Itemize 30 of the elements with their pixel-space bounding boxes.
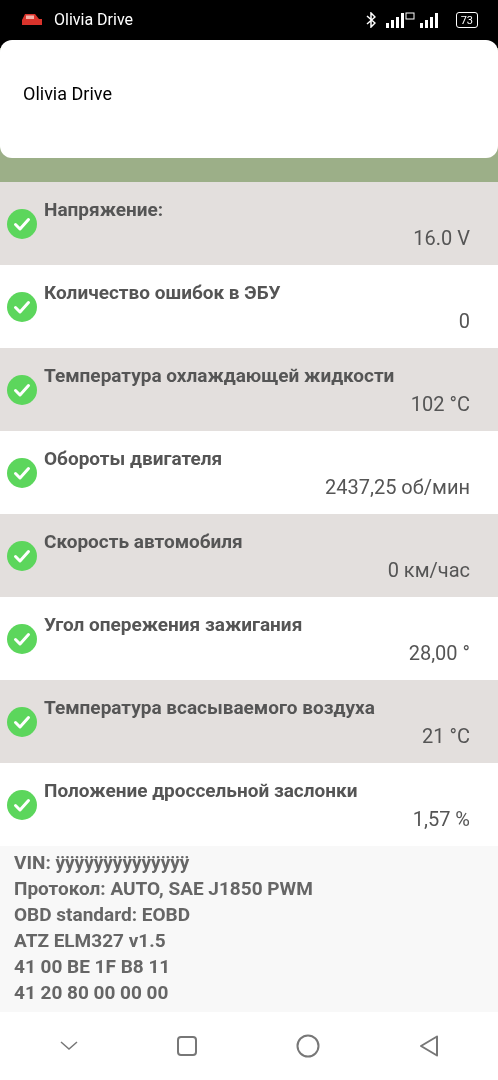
bluetooth-icon [365, 12, 376, 28]
battery-indicator: 73 [455, 12, 478, 28]
info-line: ATZ ELM327 v1.5 [14, 928, 166, 954]
home-icon[interactable] [295, 1034, 320, 1058]
parameter-value: 1,57 % [412, 805, 470, 833]
parameter-label: Напряжение: [44, 196, 164, 223]
info-line: 41 00 BE 1F B8 11 [14, 954, 171, 980]
header-title: Olivia Drive [23, 82, 113, 106]
parameter-value: 0 [458, 307, 470, 335]
square-icon[interactable] [176, 1036, 197, 1056]
info-line: Протокол: AUTO, SAE J1850 PWM [14, 876, 313, 902]
parameter-label: Температура охлаждающей жидкости [44, 362, 395, 389]
app-name: Olivia Drive [54, 9, 134, 31]
parameter-value: 0 км/час [387, 556, 470, 584]
parameter-value: 28,00 ° [408, 639, 470, 667]
parameter-label: Скорость автомобиля [44, 528, 243, 555]
info-line: VIN: ÿÿÿÿÿÿÿÿÿÿÿÿÿÿ [14, 850, 190, 876]
parameter-value: 102 °C [410, 390, 470, 418]
parameter-value: 21 °C [422, 722, 470, 750]
info-line: 41 20 80 00 00 00 [14, 980, 169, 1006]
info-line: OBD standard: EOBD [14, 902, 190, 928]
parameter-label: Температура всасываемого воздуха [44, 694, 375, 721]
chevron-down-icon[interactable] [59, 1041, 78, 1051]
parameter-value: 2437,25 об/мин [325, 473, 470, 501]
parameter-value: 16.0 V [413, 224, 470, 252]
parameter-label: Количество ошибок в ЭБУ [44, 279, 281, 306]
back-icon[interactable] [418, 1035, 439, 1057]
parameter-label: Положение дроссельной заслонки [44, 777, 358, 804]
parameter-label: Обороты двигателя [44, 445, 223, 472]
parameter-label: Угол опережения зажигания [44, 611, 303, 638]
